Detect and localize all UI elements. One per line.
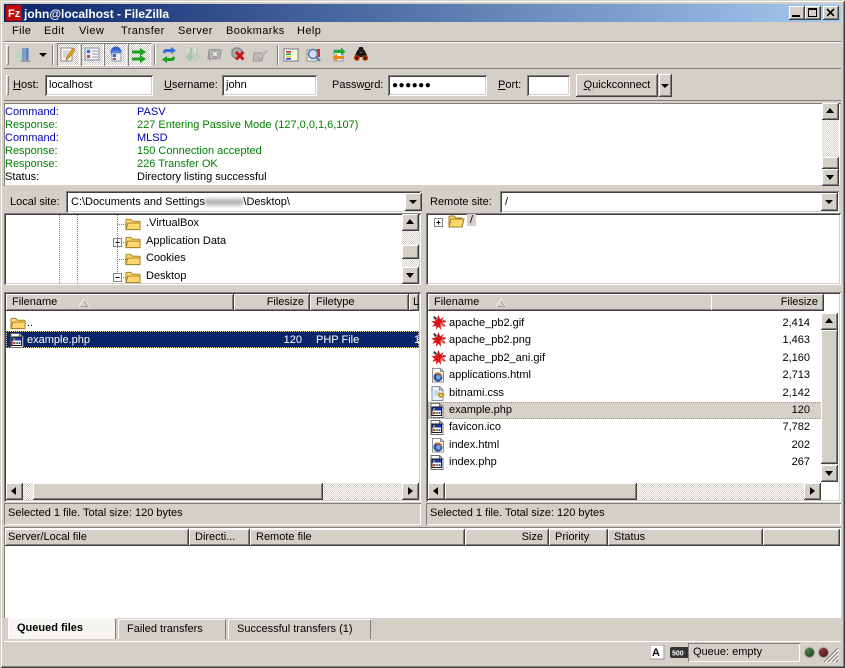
svg-text:500: 500: [672, 651, 684, 658]
svg-text:A: A: [652, 647, 660, 659]
svg-text:Fz: Fz: [8, 8, 21, 20]
